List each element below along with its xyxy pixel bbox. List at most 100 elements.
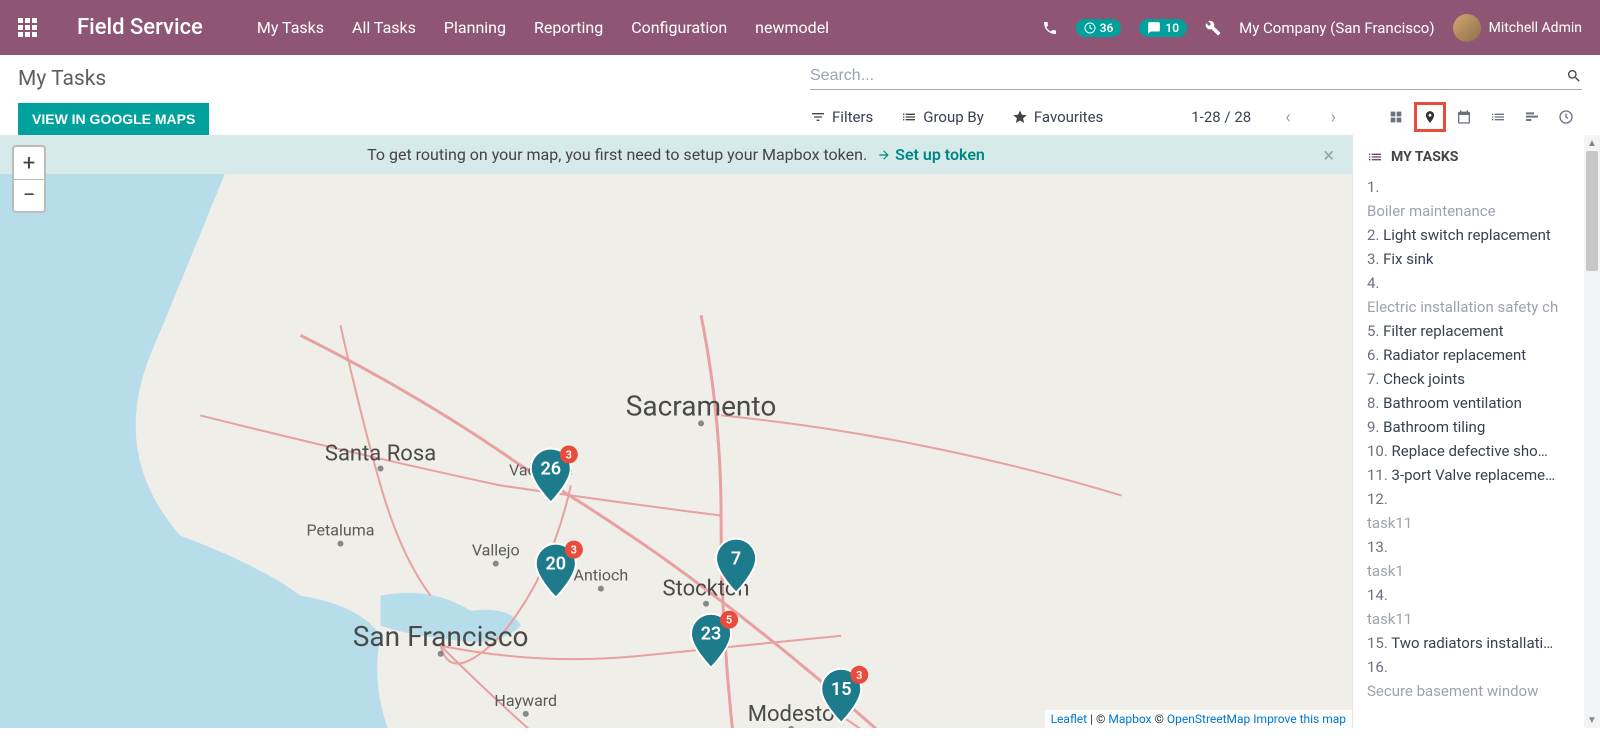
mapbox-banner: To get routing on your map, you first ne… [0,135,1352,174]
search-bar [810,67,1582,90]
navbar: Field Service My Tasks All Tasks Planning R… [0,0,1600,55]
arrow-right-icon [877,148,891,162]
zoom-control: + − [12,145,46,213]
task-item[interactable]: 10. Replace defective sho… [1367,439,1570,463]
city-label: Hayward [494,691,557,710]
favourites-button[interactable]: Favourites [1012,108,1103,126]
activity-view-button[interactable] [1550,102,1582,132]
activity-count: 36 [1100,21,1114,35]
task-item[interactable]: 4. [1367,271,1570,295]
map-area[interactable]: To get routing on your map, you first ne… [0,135,1352,728]
task-item[interactable]: task1 [1367,559,1570,583]
apps-icon[interactable] [18,18,37,37]
company-selector[interactable]: My Company (San Francisco) [1239,19,1434,37]
svg-text:5: 5 [726,614,732,627]
nav-item-configuration[interactable]: Configuration [631,18,727,37]
setup-token-link[interactable]: Set up token [877,145,985,164]
svg-text:20: 20 [546,554,567,575]
scroll-down-icon[interactable]: ▼ [1584,712,1600,728]
activity-badge[interactable]: 36 [1076,19,1122,37]
city-label: Sacramento [626,389,777,422]
banner-text: To get routing on your map, you first ne… [367,145,867,164]
task-sidebar: MY TASKS 1. Boiler maintenance2. Light s… [1352,135,1584,728]
mapbox-link[interactable]: Mapbox [1108,712,1151,726]
city-label: Modesto [748,702,835,727]
control-panel: My Tasks VIEW IN GOOGLE MAPS Filters Gro… [0,55,1600,135]
pager-text: 1-28 / 28 [1191,108,1251,126]
map-attribution: Leaflet | © Mapbox © OpenStreetMap Impro… [1045,710,1352,728]
pager-prev[interactable]: ‹ [1279,107,1296,128]
chat-badge[interactable]: 10 [1139,19,1187,37]
list-icon [901,109,917,125]
sidebar-title: MY TASKS [1391,149,1458,165]
list-view-button[interactable] [1482,102,1514,132]
nav-item-my-tasks[interactable]: My Tasks [257,18,324,37]
task-item[interactable]: 2. Light switch replacement [1367,223,1570,247]
nav-item-all-tasks[interactable]: All Tasks [352,18,416,37]
sidebar-header: MY TASKS [1367,149,1570,165]
filter-row: Filters Group By Favourites 1-28 / 28 ‹ … [810,102,1582,132]
city-label: Santa Rosa [325,441,436,466]
main: To get routing on your map, you first ne… [0,135,1600,728]
task-item[interactable]: 14. [1367,583,1570,607]
nav-item-newmodel[interactable]: newmodel [755,18,829,37]
task-item[interactable]: Boiler maintenance [1367,199,1570,223]
svg-text:23: 23 [701,624,722,645]
task-item[interactable]: task11 [1367,607,1570,631]
view-in-google-maps-button[interactable]: VIEW IN GOOGLE MAPS [18,103,209,135]
task-item[interactable]: 1. [1367,175,1570,199]
city-label: Petaluma [307,521,375,540]
map-view-button[interactable] [1414,102,1446,132]
map-canvas: SacramentoSanta RosaVacavillePetalumaVal… [0,135,1352,728]
search-input[interactable] [810,67,1566,85]
banner-close-icon[interactable]: × [1323,143,1334,167]
task-item[interactable]: 15. Two radiators installati… [1367,631,1570,655]
page-title: My Tasks [18,67,790,91]
task-item[interactable]: 12. [1367,487,1570,511]
avatar [1453,14,1481,42]
gantt-view-button[interactable] [1516,102,1548,132]
svg-text:26: 26 [541,459,562,480]
phone-icon[interactable] [1042,20,1058,36]
nav-right: 36 10 My Company (San Francisco) Mitchel… [1042,14,1582,42]
svg-text:7: 7 [731,549,741,570]
task-item[interactable]: 6. Radiator replacement [1367,343,1570,367]
task-item[interactable]: 9. Bathroom tiling [1367,415,1570,439]
nav-item-reporting[interactable]: Reporting [534,18,603,37]
improve-map-link[interactable]: Improve this map [1253,712,1346,726]
task-item[interactable]: 16. [1367,655,1570,679]
search-icon[interactable] [1566,68,1582,84]
zoom-out-button[interactable]: − [14,179,44,211]
calendar-view-button[interactable] [1448,102,1480,132]
task-item[interactable]: Electric installation safety ch [1367,295,1570,319]
pager-next[interactable]: › [1325,107,1342,128]
svg-text:3: 3 [566,448,572,461]
scrollbar[interactable]: ▲ ▼ [1584,135,1600,728]
task-item[interactable]: 11. 3-port Valve replaceme… [1367,463,1570,487]
list-icon [1367,149,1383,165]
task-item[interactable]: Secure basement window [1367,679,1570,703]
user-name: Mitchell Admin [1489,20,1582,36]
view-switcher [1380,102,1582,132]
zoom-in-button[interactable]: + [14,147,44,179]
svg-text:3: 3 [571,544,577,557]
task-item[interactable]: task11 [1367,511,1570,535]
scroll-up-icon[interactable]: ▲ [1584,135,1600,151]
nav-item-planning[interactable]: Planning [444,18,506,37]
tools-icon[interactable] [1205,20,1221,36]
task-item[interactable]: 5. Filter replacement [1367,319,1570,343]
osm-link[interactable]: OpenStreetMap [1167,712,1250,726]
scroll-thumb[interactable] [1586,151,1598,271]
app-title: Field Service [77,15,203,40]
task-item[interactable]: 8. Bathroom ventilation [1367,391,1570,415]
kanban-view-button[interactable] [1380,102,1412,132]
leaflet-link[interactable]: Leaflet [1051,712,1087,726]
groupby-button[interactable]: Group By [901,108,984,126]
user-menu[interactable]: Mitchell Admin [1453,14,1582,42]
task-item[interactable]: 13. [1367,535,1570,559]
chat-count: 10 [1165,21,1179,35]
task-item[interactable]: 7. Check joints [1367,367,1570,391]
filters-button[interactable]: Filters [810,108,873,126]
task-item[interactable]: 3. Fix sink [1367,247,1570,271]
svg-text:3: 3 [856,669,862,682]
